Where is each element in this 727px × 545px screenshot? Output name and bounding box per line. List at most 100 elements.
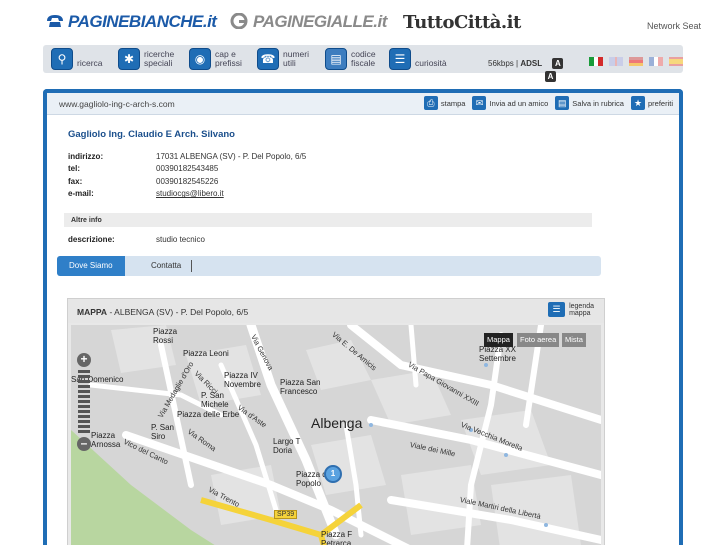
toolbar-label-2: utili	[283, 58, 296, 68]
url-bar: www.gagliolo-ing-c-arch-s.com ⎙ stampa ✉ I…	[47, 93, 679, 115]
speed-56k-link[interactable]: 56kbps	[488, 59, 514, 68]
toolbar-label-2: fiscale	[351, 58, 376, 68]
puzzle-icon: ✱	[118, 48, 140, 70]
map-label-largo-doria: Largo T Doria	[273, 437, 301, 455]
detail-panel: www.gagliolo-ing-c-arch-s.com ⎙ stampa ✉ I…	[43, 89, 683, 545]
map-legend-button[interactable]: ☰ legenda mappa	[548, 302, 594, 317]
description-row: descrizione: studio tecnico	[68, 233, 205, 246]
star-icon: ★	[630, 96, 645, 110]
toolbar-ricerca[interactable]: ⚲ ricerca	[51, 48, 103, 70]
tab-contatta[interactable]: Contatta	[139, 256, 193, 276]
map-label-piazza-san-francesco: Piazza San Francesco	[280, 378, 321, 396]
print-label: stampa	[440, 98, 466, 108]
paginegialle-text: PAGINEGIALLE.it	[253, 12, 387, 31]
map-title-label: MAPPA	[77, 307, 108, 317]
map-canvas[interactable]: Albenga Piazza Rossi Piazza Leoni Piazza…	[71, 325, 601, 545]
legend-list-icon: ☰	[548, 302, 566, 317]
map-header: MAPPA - ALBENGA (SV) - P. Del Popolo, 6/…	[68, 299, 604, 323]
connection-speed: 56kbps | ADSL A	[488, 58, 564, 69]
toolbar-codice-fiscale[interactable]: ▤ codice fiscale	[325, 48, 376, 70]
fax-value: 00390182545226	[156, 176, 219, 186]
tab-bar: Dove Siamo Contatta	[57, 256, 601, 276]
toolbar-label: ricerca	[77, 58, 103, 68]
book-icon: ☰	[389, 48, 411, 70]
address-value: 17031 ALBENGA (SV) - P. Del Popolo, 6/5	[156, 151, 307, 161]
legend-label: legenda	[569, 302, 594, 310]
id-card-icon: ▤	[325, 48, 347, 70]
envelope-icon: ✉	[472, 96, 487, 110]
brand-bar: PAGINEBIANCHE.it PAGINEGIALLE.it TuttoCi…	[0, 0, 727, 44]
phone-icon: ☎	[257, 48, 279, 70]
map-box: MAPPA - ALBENGA (SV) - P. Del Popolo, 6/…	[67, 298, 605, 545]
paginebianche-logo[interactable]: PAGINEBIANCHE.it	[45, 12, 217, 32]
map-title: MAPPA - ALBENGA (SV) - P. Del Popolo, 6/…	[77, 307, 248, 317]
altre-info-header: Altre info	[64, 213, 592, 227]
font-size-a-large-button[interactable]: A	[545, 71, 556, 82]
zoom-out-button[interactable]: –	[77, 437, 91, 451]
zoom-in-button[interactable]: +	[77, 353, 91, 367]
address-key: indirizzo:	[68, 151, 104, 161]
printer-icon: ⎙	[423, 96, 438, 110]
website-link[interactable]: www.gagliolo-ing-c-arch-s.com	[59, 99, 175, 109]
network-seat-link[interactable]: Network Seat	[647, 21, 701, 31]
map-zoom-control: + –	[76, 353, 92, 451]
zoom-slider[interactable]	[78, 370, 90, 434]
map-label-san-siro: P. San Siro	[151, 423, 174, 441]
map-subtitle: - ALBENGA (SV) - P. Del Popolo, 6/5	[109, 307, 249, 317]
paginebianche-text: PAGINEBIANCHE.it	[68, 12, 217, 31]
tel-value: 00390182543485	[156, 164, 219, 174]
description-value: studio tecnico	[156, 234, 205, 244]
map-label-piazza-rossi: Piazza Rossi	[153, 327, 178, 345]
tuttocitta-logo[interactable]: TuttoCittà.it	[403, 12, 521, 33]
flag-spanish-icon[interactable]	[669, 57, 683, 66]
phone-handset-icon	[47, 15, 63, 27]
toolbar-curiosita[interactable]: ☰ curiosità	[389, 48, 447, 70]
description-key: descrizione:	[68, 234, 115, 244]
flag-german-icon[interactable]	[629, 57, 643, 66]
toolbar-cap-prefissi[interactable]: ◉ cap e prefissi	[189, 48, 242, 70]
map-label-piazza-xx-settembre: Piazza XX Settembre	[479, 345, 516, 363]
tel-key: tel:	[68, 164, 80, 174]
favorites-button[interactable]: ★ preferiti	[630, 96, 673, 110]
page: PAGINEBIANCHE.it PAGINEGIALLE.it TuttoCi…	[0, 0, 727, 545]
main-toolbar: ⚲ ricerca ✱ ricerche speciali ◉ cap e pref…	[43, 45, 683, 82]
toolbar-label-2: prefissi	[215, 58, 242, 68]
send-friend-label: Invia ad un amico	[489, 98, 549, 108]
save-addressbook-label: Salva in rubrica	[572, 98, 624, 108]
map-type-mappa[interactable]: Mappa	[484, 333, 513, 347]
save-addressbook-button[interactable]: ▤ Salva in rubrica	[555, 96, 624, 110]
company-name: Gagliolo Ing. Claudio E Arch. Silvano	[68, 129, 235, 140]
map-label-piazza-petrarca: Piazza F Petrarca	[321, 530, 353, 545]
map-marker[interactable]: 1	[324, 465, 342, 483]
toolbar-label: curiosità	[415, 58, 447, 68]
flag-english-icon[interactable]	[609, 57, 623, 66]
email-link[interactable]: studiocgs@libero.it	[156, 189, 224, 198]
toolbar-numeri-utili[interactable]: ☎ numeri utili	[257, 48, 309, 70]
send-friend-button[interactable]: ✉ Invia ad un amico	[472, 96, 548, 110]
address-book-icon: ▤	[555, 96, 570, 110]
map-label-piazza-leoni: Piazza Leoni	[183, 349, 229, 358]
speed-adsl-link[interactable]: ADSL	[520, 59, 542, 68]
tuttocitta-text: TuttoCittà.it	[403, 12, 521, 33]
search-icon: ⚲	[51, 48, 73, 70]
email-key: e-mail:	[68, 189, 94, 199]
toolbar-label-2: speciali	[144, 58, 173, 68]
globe-icon: ◉	[189, 48, 211, 70]
map-label-piazza-erbe: Piazza delle Erbe	[177, 410, 240, 419]
map-type-foto-aerea[interactable]: Foto aerea	[517, 333, 560, 347]
map-label-sp39: SP39	[274, 510, 298, 519]
map-label-piazza-arnossa: Piazza Arnossa	[91, 431, 121, 449]
tab-separator	[191, 260, 192, 272]
toolbar-ricerche-speciali[interactable]: ✱ ricerche speciali	[118, 48, 174, 70]
contact-details: indirizzo: 17031 ALBENGA (SV) - P. Del Po…	[68, 150, 306, 200]
font-size-a-button[interactable]: A	[552, 58, 564, 69]
print-button[interactable]: ⎙ stampa	[423, 96, 466, 110]
map-type-mista[interactable]: Mista	[562, 333, 586, 347]
tab-dove-siamo[interactable]: Dove Siamo	[57, 256, 125, 276]
map-label-piazza-iv-novembre: Piazza IV Novembre	[224, 371, 261, 389]
flag-french-icon[interactable]	[649, 57, 664, 66]
flag-italian-icon[interactable]	[589, 57, 604, 66]
fax-key: fax:	[68, 176, 83, 186]
language-flags	[589, 57, 683, 66]
paginegialle-logo[interactable]: PAGINEGIALLE.it	[230, 12, 387, 32]
